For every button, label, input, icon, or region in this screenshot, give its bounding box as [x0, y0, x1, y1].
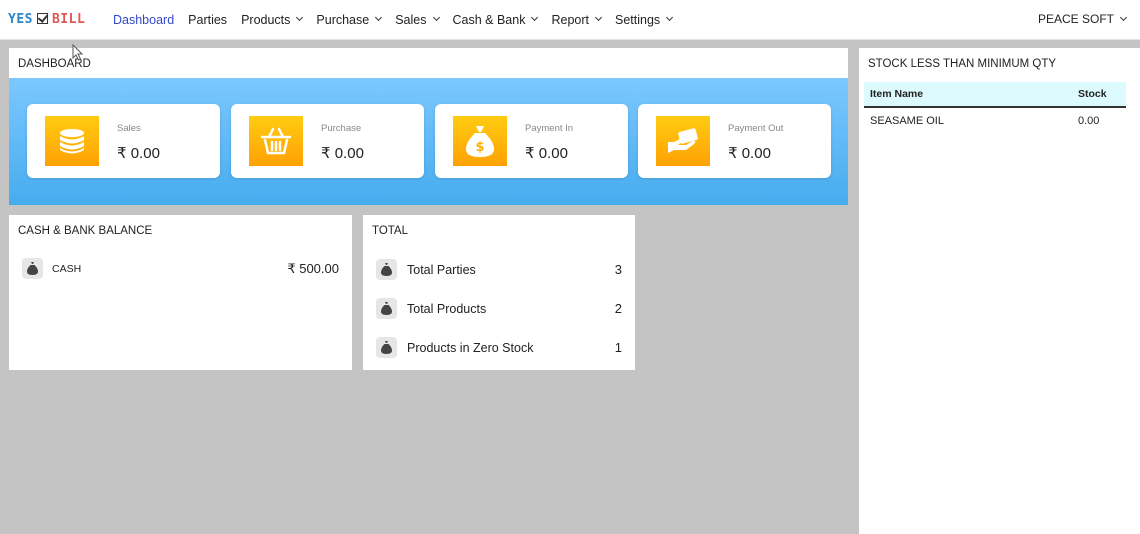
chevron-down-icon: [296, 13, 304, 22]
payment-in-label: Payment In: [525, 123, 574, 134]
chevron-down-icon: [432, 13, 440, 22]
top-navbar: YES BILL Dashboard Parties Products Purc…: [0, 0, 1140, 40]
chevron-down-icon: [594, 13, 603, 22]
coins-stack-icon: [45, 116, 99, 166]
nav-sales-label: Sales: [395, 12, 427, 27]
payment-out-card[interactable]: Payment Out ₹ 0.00: [638, 104, 831, 178]
company-name: PEACE SOFT: [1037, 12, 1114, 26]
nav-settings-label: Settings: [615, 12, 661, 27]
nav-purchase-label: Purchase: [316, 12, 370, 27]
list-item[interactable]: Products in Zero Stock 1: [376, 337, 622, 358]
money-bag-icon: [22, 258, 43, 279]
sales-value: ₹ 0.00: [117, 145, 160, 162]
chevron-down-icon: [531, 13, 539, 22]
nav-settings[interactable]: Settings: [615, 12, 674, 27]
low-stock-table: Item Name Stock SEASAME OIL 0.00: [864, 82, 1126, 133]
purchase-card[interactable]: Purchase ₹ 0.00: [231, 104, 424, 178]
summary-band: Sales ₹ 0.00 Purchase ₹ 0.00 $ Payment I…: [9, 78, 848, 205]
list-item[interactable]: Total Parties 3: [376, 259, 622, 280]
list-item[interactable]: Total Products 2: [376, 298, 622, 319]
nav-sales[interactable]: Sales: [395, 12, 440, 27]
column-header-stock: Stock: [1072, 82, 1126, 108]
list-item[interactable]: CASH ₹ 500.00: [22, 258, 339, 279]
table-row[interactable]: SEASAME OIL 0.00: [864, 107, 1126, 133]
nav-products[interactable]: Products: [241, 12, 304, 27]
payment-out-value: ₹ 0.00: [728, 145, 771, 162]
payment-out-label: Payment Out: [728, 123, 784, 134]
payment-in-card[interactable]: $ Payment In ₹ 0.00: [435, 104, 628, 178]
sales-label: Sales: [117, 123, 141, 134]
zero-stock-count: 1: [614, 340, 622, 355]
svg-text:$: $: [475, 140, 484, 155]
total-panel: TOTAL Total Parties 3 Total Products 2 P…: [363, 215, 635, 370]
low-stock-panel: STOCK LESS THAN MINIMUM QTY Item Name St…: [859, 48, 1140, 534]
total-parties-label: Total Parties: [407, 262, 476, 277]
basket-icon: [249, 116, 303, 166]
money-bag-icon: [376, 337, 397, 358]
total-products-label: Total Products: [407, 301, 487, 316]
cash-bank-panel: CASH & BANK BALANCE CASH ₹ 500.00: [9, 215, 352, 370]
mouse-pointer-icon: [72, 44, 83, 61]
stock-cell: 0.00: [1078, 114, 1100, 127]
brand-logo[interactable]: YES BILL: [8, 12, 98, 27]
total-parties-count: 3: [614, 262, 622, 277]
nav-cash-bank[interactable]: Cash & Bank: [452, 12, 539, 27]
payment-in-value: ₹ 0.00: [525, 145, 568, 162]
money-bag-icon: [376, 298, 397, 319]
hand-card-icon: [656, 116, 710, 166]
dashboard-panel: DASHBOARD Sales ₹ 0.00 Purchase ₹ 0.00 $…: [9, 48, 848, 205]
zero-stock-label: Products in Zero Stock: [407, 340, 534, 355]
company-menu[interactable]: PEACE SOFT: [1037, 12, 1128, 26]
purchase-label: Purchase: [321, 123, 362, 134]
total-products-count: 2: [614, 301, 622, 316]
money-bag-icon: [376, 259, 397, 280]
main-nav: Dashboard Parties Products Purchase Sale…: [113, 13, 686, 27]
chevron-down-icon: [1119, 13, 1128, 21]
nav-report[interactable]: Report: [551, 12, 603, 27]
low-stock-title: STOCK LESS THAN MINIMUM QTY: [868, 58, 1057, 70]
column-header-item-name: Item Name: [864, 82, 1072, 108]
cash-bank-title: CASH & BANK BALANCE: [18, 225, 153, 237]
nav-dashboard-label: Dashboard: [113, 12, 175, 27]
cash-amount: ₹ 500.00: [287, 260, 339, 276]
nav-parties[interactable]: Parties: [188, 13, 227, 27]
brand-bill: BILL: [51, 12, 86, 27]
purchase-value: ₹ 0.00: [321, 145, 364, 162]
total-title: TOTAL: [372, 225, 408, 237]
item-name-cell: SEASAME OIL: [870, 114, 944, 127]
nav-dashboard[interactable]: Dashboard: [113, 13, 174, 27]
checkbox-icon: [36, 13, 48, 24]
nav-parties-label: Parties: [188, 12, 228, 27]
brand-yes: YES: [8, 12, 33, 27]
table-header-row: Item Name Stock: [864, 82, 1126, 108]
nav-purchase[interactable]: Purchase: [316, 12, 383, 27]
nav-report-label: Report: [551, 12, 589, 27]
chevron-down-icon: [666, 13, 674, 22]
money-bag-icon: $: [453, 116, 507, 166]
sales-card[interactable]: Sales ₹ 0.00: [27, 104, 220, 178]
nav-products-label: Products: [241, 12, 291, 27]
chevron-down-icon: [375, 13, 383, 22]
cash-name: CASH: [52, 262, 82, 275]
nav-cash-bank-label: Cash & Bank: [452, 12, 526, 27]
